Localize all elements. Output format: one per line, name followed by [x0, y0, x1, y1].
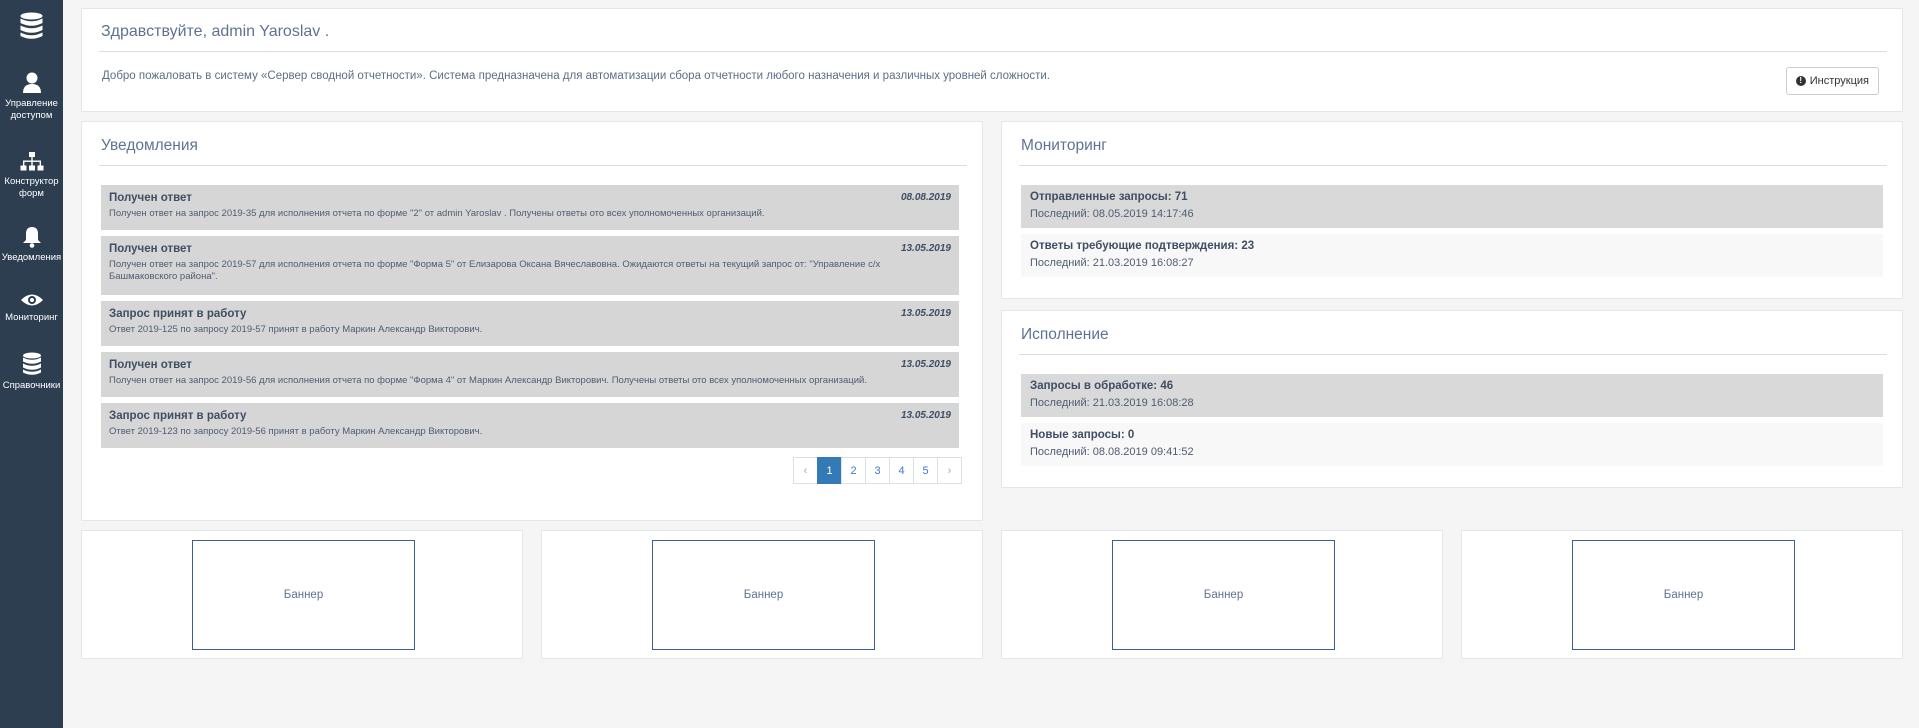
sidebar-item-directories[interactable]: Справочники — [0, 352, 63, 392]
page-button-5[interactable]: 5 — [913, 457, 938, 484]
sidebar-item-label: доступом — [10, 110, 53, 121]
notification-title: Получен ответ — [109, 359, 192, 371]
banner-panel: Баннер — [1461, 530, 1903, 659]
sidebar-item-access[interactable]: Управление доступом — [0, 72, 63, 122]
notification-item[interactable]: Получен ответ 13.05.2019 Получен ответ н… — [101, 236, 959, 295]
info-icon: ! — [1795, 76, 1806, 86]
user-icon — [22, 72, 41, 93]
database-logo-icon[interactable] — [19, 12, 44, 40]
page-button-4[interactable]: 4 — [889, 457, 914, 484]
stat-row-pending-confirmation[interactable]: Ответы требующие подтверждения: 23 После… — [1021, 234, 1883, 277]
notification-title: Запрос принят в работу — [109, 308, 247, 320]
banner[interactable]: Баннер — [1572, 540, 1795, 650]
monitoring-title: Мониторинг — [1021, 137, 1107, 154]
sidebar-item-label: Уведомления — [1, 252, 62, 263]
banner[interactable]: Баннер — [1112, 540, 1335, 650]
notification-date: 08.08.2019 — [900, 192, 951, 203]
banner-panel: Баннер — [1001, 530, 1443, 659]
banner-panel: Баннер — [541, 530, 983, 659]
page-next-button[interactable]: › — [937, 457, 962, 484]
stat-label: Ответы требующие подтверждения: 23 — [1030, 240, 1255, 252]
notification-date: 13.05.2019 — [900, 359, 951, 370]
sidebar-item-label: Конструктор — [4, 176, 59, 187]
divider — [99, 165, 967, 166]
welcome-text: Добро пожаловать в систему «Сервер сводн… — [102, 70, 1050, 82]
stat-last: Последний: 08.05.2019 14:17:46 — [1030, 208, 1194, 220]
page-prev-button[interactable]: ‹ — [793, 457, 818, 484]
notifications-title: Уведомления — [101, 137, 198, 154]
sidebar-item-label: Справочники — [2, 380, 61, 391]
eye-icon — [20, 294, 43, 306]
monitoring-panel: Мониторинг Отправленные запросы: 71 Посл… — [1001, 121, 1903, 299]
sitemap-icon — [20, 152, 43, 171]
stat-label: Запросы в обработке: 46 — [1030, 380, 1174, 392]
notification-item[interactable]: Получен ответ 08.08.2019 Получен ответ н… — [101, 185, 959, 230]
sidebar-item-notifications[interactable]: Уведомления — [0, 226, 63, 264]
execution-panel: Исполнение Запросы в обработке: 46 После… — [1001, 310, 1903, 488]
notification-body: Получен ответ на запрос 2019-57 для испо… — [109, 259, 881, 282]
stat-label: Отправленные запросы: 71 — [1030, 191, 1188, 203]
stat-row-in-processing[interactable]: Запросы в обработке: 46 Последний: 21.03… — [1021, 374, 1883, 417]
notification-item[interactable]: Запрос принят в работу 13.05.2019 Ответ … — [101, 403, 959, 448]
sidebar-item-label: Управление — [5, 98, 58, 109]
notification-item[interactable]: Запрос принят в работу 13.05.2019 Ответ … — [101, 301, 959, 346]
banner-panel: Баннер — [81, 530, 523, 659]
notification-body: Ответ 2019-123 по запросу 2019-56 принят… — [109, 426, 483, 437]
notification-title: Запрос принят в работу — [109, 410, 247, 422]
database-icon — [22, 352, 41, 375]
sidebar-item-label: Мониторинг — [5, 312, 58, 323]
notification-body: Получен ответ на запрос 2019-56 для испо… — [109, 375, 867, 386]
stat-label: Новые запросы: 0 — [1030, 429, 1135, 441]
notifications-panel: Уведомления Получен ответ 08.08.2019 Пол… — [81, 121, 983, 521]
sidebar: Управление доступом Конструктор форм Уве… — [0, 0, 63, 728]
stat-row-sent-requests[interactable]: Отправленные запросы: 71 Последний: 08.0… — [1021, 185, 1883, 228]
notification-body: Ответ 2019-125 по запросу 2019-57 принят… — [109, 324, 483, 335]
welcome-title: Здравствуйте, admin Yaroslav . — [101, 23, 330, 40]
instruction-button[interactable]: ! Инструкция — [1785, 67, 1879, 95]
notification-date: 13.05.2019 — [900, 243, 951, 254]
notification-date: 13.05.2019 — [900, 308, 951, 319]
bell-icon — [22, 227, 41, 248]
banner[interactable]: Баннер — [192, 540, 415, 650]
divider — [99, 51, 1887, 52]
sidebar-item-form-builder[interactable]: Конструктор форм — [0, 152, 63, 200]
stat-last: Последний: 21.03.2019 16:08:28 — [1030, 397, 1194, 409]
sidebar-item-monitoring[interactable]: Мониторинг — [0, 292, 63, 324]
execution-title: Исполнение — [1021, 326, 1109, 343]
instruction-button-label: Инструкция — [1809, 75, 1869, 87]
stat-last: Последний: 21.03.2019 16:08:27 — [1030, 257, 1194, 269]
page-button-2[interactable]: 2 — [841, 457, 866, 484]
divider — [1019, 354, 1887, 355]
pagination: ‹ 1 2 3 4 5 › — [793, 457, 962, 484]
banner[interactable]: Баннер — [652, 540, 875, 650]
stat-row-new-requests[interactable]: Новые запросы: 0 Последний: 08.08.2019 0… — [1021, 423, 1883, 466]
notification-body: Получен ответ на запрос 2019-35 для испо… — [109, 208, 765, 219]
notification-date: 13.05.2019 — [900, 410, 951, 421]
notification-title: Получен ответ — [109, 192, 192, 204]
page-button-3[interactable]: 3 — [865, 457, 890, 484]
sidebar-item-label: форм — [19, 188, 44, 199]
divider — [1019, 165, 1887, 166]
page-button-1[interactable]: 1 — [817, 457, 842, 484]
notification-item[interactable]: Получен ответ 13.05.2019 Получен ответ н… — [101, 352, 959, 397]
welcome-panel: Здравствуйте, admin Yaroslav . Добро пож… — [81, 8, 1903, 112]
stat-last: Последний: 08.08.2019 09:41:52 — [1030, 446, 1194, 458]
notification-title: Получен ответ — [109, 243, 192, 255]
